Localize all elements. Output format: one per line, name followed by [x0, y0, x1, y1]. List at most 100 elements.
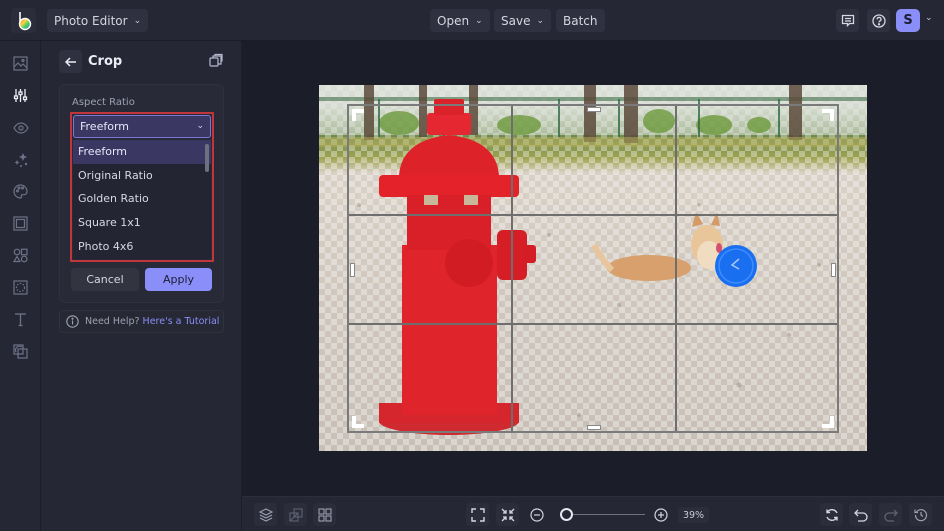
- rail-item-text[interactable]: [10, 309, 31, 330]
- undo-icon: [853, 509, 868, 522]
- compare-icon: [288, 507, 303, 522]
- frame-icon: [13, 216, 28, 231]
- rail-item-adjustments[interactable]: [10, 85, 31, 106]
- crop-handle-right[interactable]: [831, 263, 836, 277]
- chevron-down-icon: ⌄: [196, 121, 204, 131]
- crop-panel: Crop Aspect Ratio Freeform ⌄ Freeform Or…: [41, 41, 242, 531]
- rail-item-touch-up[interactable]: [10, 149, 31, 170]
- crop-handle-bottom-right[interactable]: [822, 416, 834, 428]
- open-label: Open: [437, 13, 470, 28]
- layers-copy-icon[interactable]: [208, 53, 224, 69]
- batch-button[interactable]: Batch: [556, 9, 605, 32]
- crop-grid-line: [349, 214, 837, 216]
- crop-grid-line: [349, 323, 837, 325]
- canvas-area: [242, 41, 944, 496]
- photo-canvas[interactable]: [319, 85, 867, 451]
- option-photo-4x6[interactable]: Photo 4x6: [73, 234, 211, 258]
- fullscreen-icon: [470, 507, 485, 522]
- zoom-percent[interactable]: 39%: [678, 507, 709, 523]
- crop-grid-line: [675, 106, 677, 431]
- undo-button[interactable]: [849, 503, 872, 526]
- aspect-ratio-dropdown: Freeform ⌄ Freeform Original Ratio Golde…: [70, 112, 214, 262]
- reset-button[interactable]: [820, 503, 843, 526]
- shapes-icon: [13, 248, 28, 263]
- cancel-button[interactable]: Cancel: [71, 268, 139, 291]
- crop-handle-top[interactable]: [587, 107, 601, 112]
- crop-handle-top-right[interactable]: [822, 109, 834, 121]
- batch-label: Batch: [563, 13, 598, 28]
- palette-icon: [13, 184, 28, 199]
- crop-handle-bottom-left[interactable]: [352, 416, 364, 428]
- aspect-ratio-options-list: Freeform Original Ratio Golden Ratio Squ…: [73, 140, 211, 259]
- rail-item-graphics[interactable]: [10, 245, 31, 266]
- chevron-down-icon: ⌄: [475, 15, 483, 26]
- user-avatar[interactable]: S: [896, 9, 920, 32]
- crop-box[interactable]: [347, 104, 839, 433]
- actual-size-button[interactable]: [496, 503, 519, 526]
- crop-handle-left[interactable]: [350, 263, 355, 277]
- logo[interactable]: [11, 8, 36, 33]
- option-square-1x1[interactable]: Square 1x1: [73, 211, 211, 235]
- fit-to-screen-button[interactable]: [466, 503, 489, 526]
- graphics-icon: [13, 344, 28, 359]
- adjustments-icon: [13, 89, 28, 102]
- app-menu-button[interactable]: Photo Editor ⌄: [47, 9, 149, 32]
- app-menu-label: Photo Editor: [54, 13, 128, 28]
- question-circle-icon: [871, 13, 886, 28]
- feedback-button[interactable]: [836, 9, 859, 32]
- selected-value: Freeform: [80, 120, 129, 133]
- bottom-toolbar: 39%: [242, 496, 944, 531]
- zoom-out-icon[interactable]: [530, 508, 544, 522]
- dropdown-scrollbar[interactable]: [205, 144, 209, 172]
- zoom-in-icon[interactable]: [654, 508, 668, 522]
- rail-item-textures[interactable]: [10, 341, 31, 362]
- zoom-slider-thumb[interactable]: [560, 508, 574, 521]
- crop-grid-line: [511, 106, 513, 431]
- apply-button[interactable]: Apply: [145, 268, 212, 291]
- info-icon: [66, 315, 79, 328]
- history-button[interactable]: [909, 503, 932, 526]
- image-icon: [13, 56, 28, 71]
- aspect-ratio-label: Aspect Ratio: [72, 97, 135, 108]
- tool-rail: [0, 41, 41, 531]
- rail-item-image[interactable]: [10, 53, 31, 74]
- befunky-logo-icon: [18, 11, 31, 30]
- help-tutorial-box: Need Help? Here's a Tutorial: [59, 310, 224, 333]
- crop-handle-top-left[interactable]: [352, 109, 364, 121]
- redo-icon: [883, 509, 898, 522]
- aspect-ratio-select[interactable]: Freeform ⌄: [73, 115, 211, 138]
- grid-icon: [317, 507, 332, 522]
- account-chevron-down-icon[interactable]: ⌄: [925, 13, 933, 23]
- chevron-down-icon: ⌄: [536, 15, 545, 26]
- crop-options-card: Aspect Ratio Freeform ⌄ Freeform Origina…: [59, 84, 224, 303]
- history-icon: [913, 508, 927, 521]
- compare-button[interactable]: [284, 503, 307, 526]
- texture-icon: [13, 280, 28, 295]
- rail-item-overlays[interactable]: [10, 277, 31, 298]
- rail-item-frames[interactable]: [10, 213, 31, 234]
- photo-editor-app: Photo Editor ⌄ Open ⌄ Save ⌄ Batch S ⌄ C…: [0, 0, 944, 531]
- grid-button[interactable]: [313, 503, 336, 526]
- panel-title: Crop: [88, 54, 123, 69]
- layers-button[interactable]: [254, 503, 277, 526]
- layers-icon: [258, 507, 273, 522]
- chevron-down-icon: ⌄: [133, 15, 142, 26]
- option-freeform[interactable]: Freeform: [73, 140, 211, 164]
- help-text: Need Help?: [85, 316, 140, 327]
- help-button[interactable]: [867, 9, 890, 32]
- rail-item-artsy[interactable]: [10, 181, 31, 202]
- crop-handle-bottom[interactable]: [587, 425, 601, 430]
- option-original-ratio[interactable]: Original Ratio: [73, 164, 211, 188]
- sparkles-icon: [14, 152, 27, 167]
- open-button[interactable]: Open ⌄: [430, 9, 490, 32]
- refresh-icon: [825, 508, 838, 521]
- comment-icon: [841, 14, 854, 27]
- tutorial-link[interactable]: Here's a Tutorial: [143, 316, 220, 327]
- shrink-icon: [501, 508, 514, 521]
- back-button[interactable]: [59, 50, 82, 73]
- option-golden-ratio[interactable]: Golden Ratio: [73, 187, 211, 211]
- rail-item-effects[interactable]: [10, 117, 31, 138]
- save-button[interactable]: Save ⌄: [494, 9, 552, 32]
- redo-button[interactable]: [879, 503, 902, 526]
- eye-icon: [12, 121, 29, 134]
